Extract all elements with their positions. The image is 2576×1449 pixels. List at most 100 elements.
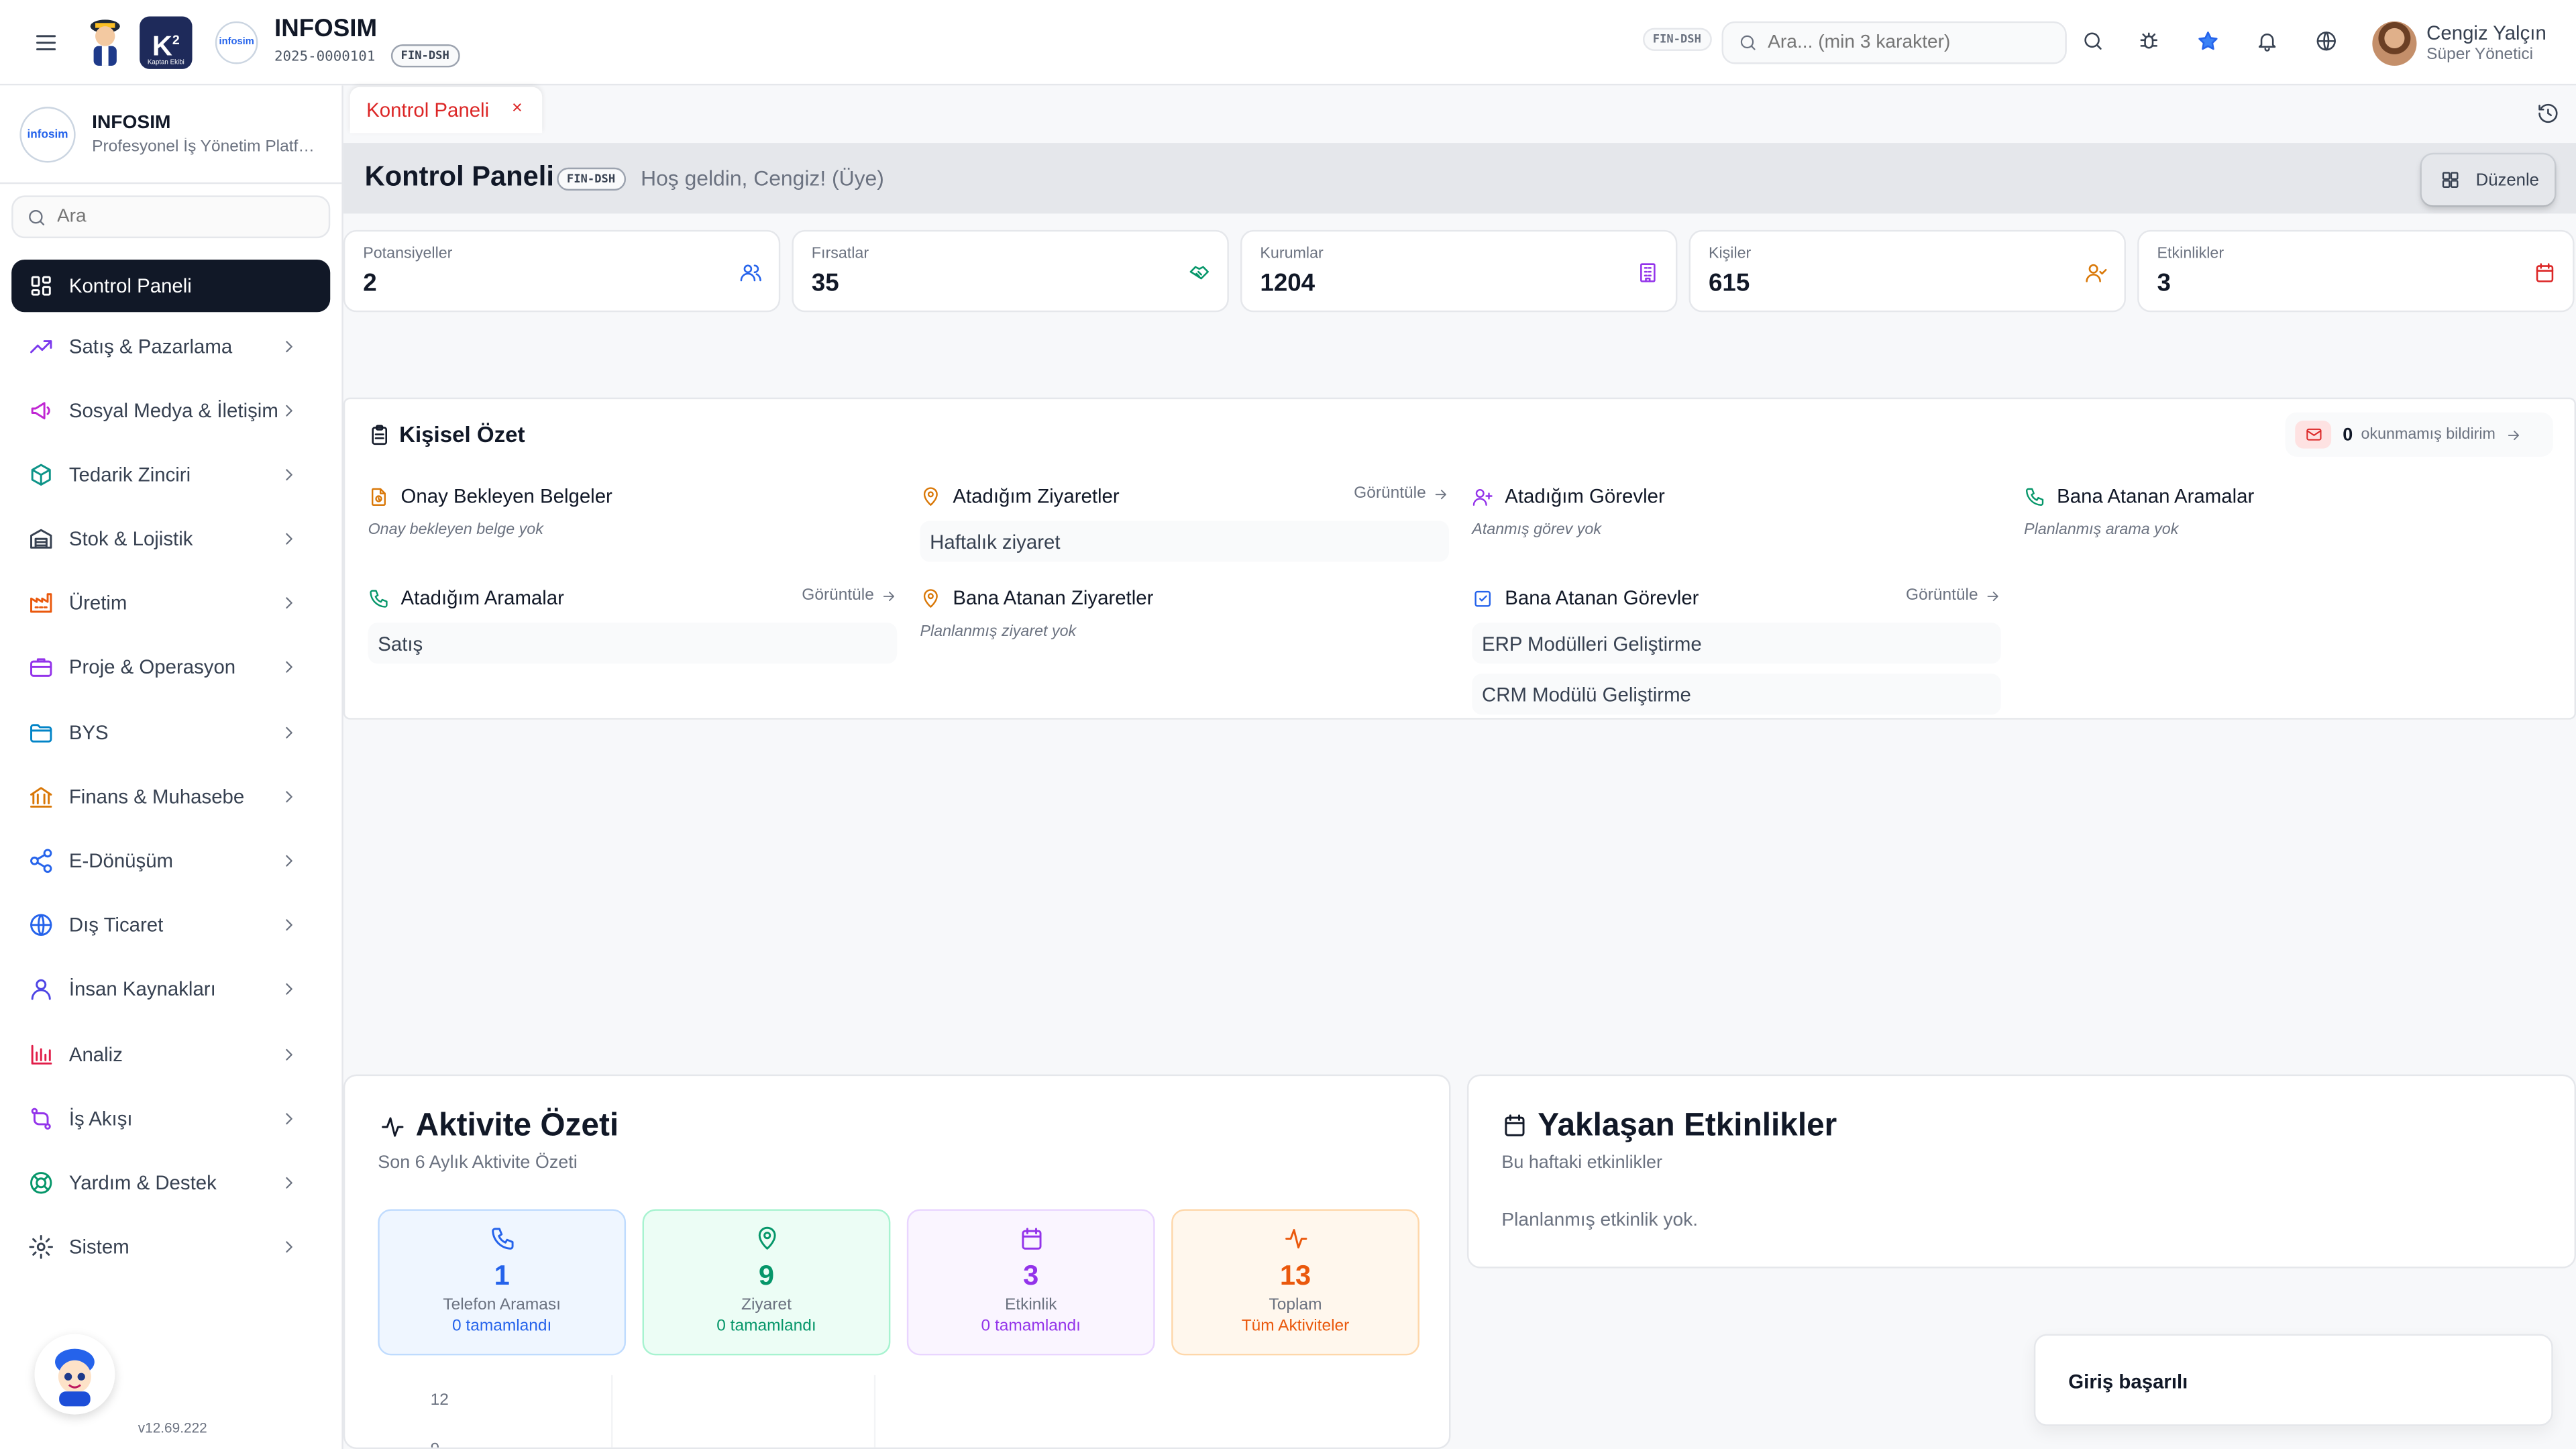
activity-tile-visits[interactable]: 9 Ziyaret 0 tamamlandı <box>642 1209 891 1356</box>
list-item[interactable]: ERP Modülleri Geliştirme <box>1472 623 2001 664</box>
unread-notifications-button[interactable]: 0 okunmamış bildirim <box>2285 412 2553 457</box>
infosim-logo: infosim <box>215 21 258 64</box>
stat-card-contacts[interactable]: Kişiler 615 <box>1688 229 2127 313</box>
view-link[interactable]: Görüntüle <box>1354 484 1449 502</box>
list-item[interactable]: Satış <box>368 623 898 664</box>
star-icon[interactable] <box>2196 30 2219 52</box>
upcoming-events-title: Yaklaşan Etkinlikler <box>1538 1107 1837 1144</box>
stat-card-organizations[interactable]: Kurumlar 1204 <box>1240 229 1678 313</box>
warehouse-icon <box>28 526 54 552</box>
language-globe-icon[interactable] <box>2315 30 2338 52</box>
user-name[interactable]: Cengiz Yalçın <box>2426 21 2546 44</box>
sidebar-item-social-media[interactable]: Sosyal Medya & İletişim <box>11 384 330 437</box>
map-pin-icon <box>754 1226 780 1252</box>
stat-card-events[interactable]: Etkinlikler 3 <box>2137 229 2575 313</box>
sidebar-item-foreign-trade[interactable]: Dış Ticaret <box>11 899 330 951</box>
chevron-right-icon <box>279 915 299 934</box>
chart-gridline <box>611 1375 613 1448</box>
history-icon[interactable] <box>2536 102 2559 125</box>
search-icon[interactable] <box>2082 30 2104 52</box>
menu-icon[interactable] <box>33 30 59 56</box>
assistant-mascot-icon[interactable] <box>34 1334 115 1415</box>
toast-notification[interactable]: Giriş başarılı <box>2033 1334 2553 1426</box>
sidebar-item-dashboard[interactable]: Kontrol Paneli <box>11 259 331 313</box>
list-item[interactable]: CRM Modülü Geliştirme <box>1472 674 2001 715</box>
sidebar-item-hr[interactable]: İnsan Kaynakları <box>11 963 330 1015</box>
sidebar-item-supply-chain[interactable]: Tedarik Zinciri <box>11 449 330 501</box>
check-square-icon <box>1472 588 1493 609</box>
y-axis-tick: 12 <box>430 1391 449 1410</box>
chevron-right-icon <box>279 337 299 356</box>
org-title: INFOSIM <box>92 113 171 133</box>
bell-icon[interactable] <box>2255 30 2278 52</box>
my-assigned-tasks-section: Atadığım Görevler Atanmış görev yok <box>1472 483 2001 539</box>
module-code-badge-right: FIN-DSH <box>1643 28 1711 51</box>
activity-icon <box>380 1114 406 1140</box>
factory-icon <box>28 590 54 616</box>
user-avatar[interactable] <box>2372 21 2417 66</box>
arrow-right-icon <box>2506 427 2522 443</box>
view-link[interactable]: Görüntüle <box>1906 586 2001 604</box>
chevron-right-icon <box>279 1109 299 1128</box>
user-plus-icon <box>1472 486 1493 507</box>
sidebar-item-project[interactable]: Proje & Operasyon <box>11 641 330 693</box>
chevron-right-icon <box>279 1173 299 1193</box>
divider <box>0 182 342 184</box>
activity-icon <box>1283 1226 1309 1252</box>
arrow-right-icon <box>1984 588 2000 604</box>
upcoming-events-card: Yaklaşan Etkinlikler Bu haftaki etkinlik… <box>1466 1074 2576 1269</box>
sidebar-item-bys[interactable]: BYS <box>11 706 330 759</box>
sidebar-item-stock[interactable]: Stok & Lojistik <box>11 513 330 565</box>
assigned-visits-to-me-section: Bana Atanan Ziyaretler Planlanmış ziyare… <box>920 585 1449 641</box>
chevron-right-icon <box>279 657 299 677</box>
sidebar-item-system[interactable]: Sistem <box>11 1221 330 1273</box>
calendar-icon <box>1501 1112 1527 1138</box>
list-item[interactable]: Haftalık ziyaret <box>920 521 1450 562</box>
my-assigned-visits-section: Atadığım Ziyaretler Görüntüle Haftalık z… <box>920 483 1450 562</box>
bug-icon[interactable] <box>2137 30 2160 52</box>
sidebar-item-production[interactable]: Üretim <box>11 577 330 629</box>
search-icon <box>1738 33 1758 52</box>
sidebar-item-sales[interactable]: Satış & Pazarlama <box>11 321 330 373</box>
sidebar-search[interactable] <box>11 195 331 239</box>
global-search-input[interactable] <box>1768 32 2047 53</box>
stat-card-opportunities[interactable]: Fırsatlar 35 <box>792 229 1229 313</box>
upcoming-events-subtitle: Bu haftaki etkinlikler <box>1501 1153 1662 1173</box>
sidebar-item-e-transformation[interactable]: E-Dönüşüm <box>11 835 330 887</box>
phone-icon <box>2024 486 2045 507</box>
sidebar-item-analytics[interactable]: Analiz <box>11 1028 330 1081</box>
activity-tile-events[interactable]: 3 Etkinlik 0 tamamlandı <box>906 1209 1155 1356</box>
phone-icon <box>368 588 390 609</box>
activity-tile-total[interactable]: 13 Toplam Tüm Aktiviteler <box>1171 1209 1419 1356</box>
activity-tile-calls[interactable]: 1 Telefon Araması 0 tamamlandı <box>378 1209 627 1356</box>
empty-state-text: Onay bekleyen belge yok <box>368 521 543 539</box>
activity-summary-subtitle: Son 6 Aylık Aktivite Özeti <box>378 1153 578 1173</box>
stat-card-leads[interactable]: Potansiyeller 2 <box>343 229 781 313</box>
bar-chart-icon <box>28 1042 54 1068</box>
folder-icon <box>28 720 54 746</box>
sidebar-item-help[interactable]: Yardım & Destek <box>11 1157 330 1209</box>
pending-documents-section: Onay Bekleyen Belgeler Onay bekleyen bel… <box>368 483 898 539</box>
empty-state-text: Planlanmış arama yok <box>2024 521 2179 539</box>
chevron-right-icon <box>279 979 299 999</box>
sidebar-item-workflow[interactable]: İş Akışı <box>11 1093 330 1145</box>
sidebar-search-input[interactable] <box>56 207 329 227</box>
sidebar-item-finance[interactable]: Finans & Muhasebe <box>11 771 330 823</box>
org-subtitle: Profesyonel İş Yönetim Platformu <box>92 138 323 156</box>
edit-layout-button[interactable]: Düzenle <box>2421 154 2555 206</box>
gear-icon <box>28 1234 54 1260</box>
tab-dashboard[interactable]: Kontrol Paneli × <box>350 87 543 133</box>
close-icon[interactable]: × <box>512 99 523 118</box>
chevron-right-icon <box>279 787 299 806</box>
chevron-right-icon <box>279 851 299 871</box>
page-title: Kontrol Paneli <box>364 161 554 193</box>
workflow-icon <box>28 1106 54 1132</box>
activity-summary-card: Aktivite Özeti Son 6 Aylık Aktivite Özet… <box>343 1074 1451 1449</box>
captain-mascot-icon <box>90 19 120 66</box>
top-bar: K2 Kaptan Ekibi infosim INFOSIM 2025-0000… <box>0 0 2576 86</box>
view-link[interactable]: Görüntüle <box>802 586 897 604</box>
chevron-right-icon <box>279 1237 299 1256</box>
global-search[interactable] <box>1721 21 2067 64</box>
building-icon <box>1636 261 1659 284</box>
user-icon <box>28 976 54 1002</box>
